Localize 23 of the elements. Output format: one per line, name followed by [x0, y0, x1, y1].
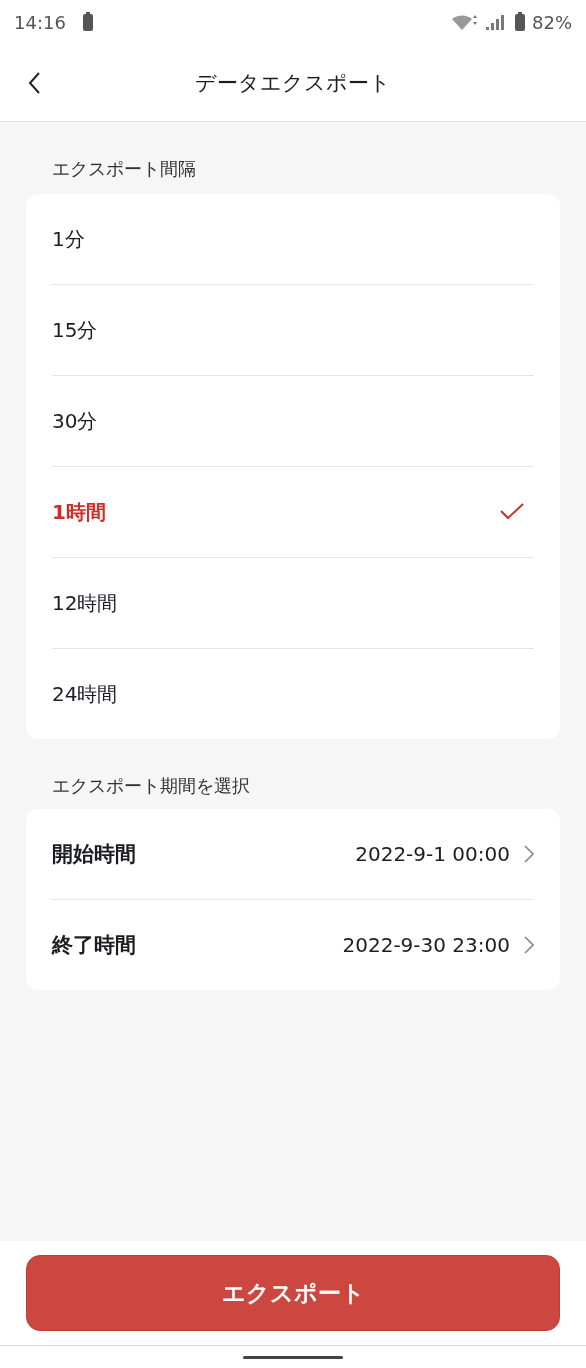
row-label: 終了時間 — [52, 932, 136, 959]
interval-option[interactable]: 24時間 — [52, 649, 534, 739]
interval-option[interactable]: 12時間 — [52, 558, 534, 649]
battery-icon — [514, 12, 526, 32]
wifi-icon — [450, 13, 478, 31]
status-time: 14:16 — [14, 11, 66, 33]
chevron-right-icon — [524, 936, 534, 954]
chevron-right-icon — [524, 845, 534, 863]
date-value[interactable]: 2022-9-30 23:00 — [342, 933, 510, 957]
interval-option[interactable]: 1時間 — [52, 467, 534, 558]
page-title: データエクスポート — [194, 69, 392, 97]
date-value[interactable]: 2022-9-1 00:00 — [355, 842, 510, 866]
export-button[interactable]: エクスポート — [26, 1255, 560, 1331]
home-indicator[interactable] — [243, 1355, 343, 1359]
interval-option[interactable]: 15分 — [52, 285, 534, 376]
section-label: エクスポート間隔 — [51, 157, 197, 181]
battery-saver-icon — [81, 12, 94, 32]
interval-option[interactable]: 30分 — [52, 376, 534, 467]
section-label: エクスポート期間を選択 — [51, 774, 251, 798]
interval-option[interactable]: 1分 — [52, 194, 534, 285]
battery-level: 82% — [532, 11, 572, 33]
row-label: 開始時間 — [52, 841, 136, 868]
check-icon — [500, 503, 524, 521]
